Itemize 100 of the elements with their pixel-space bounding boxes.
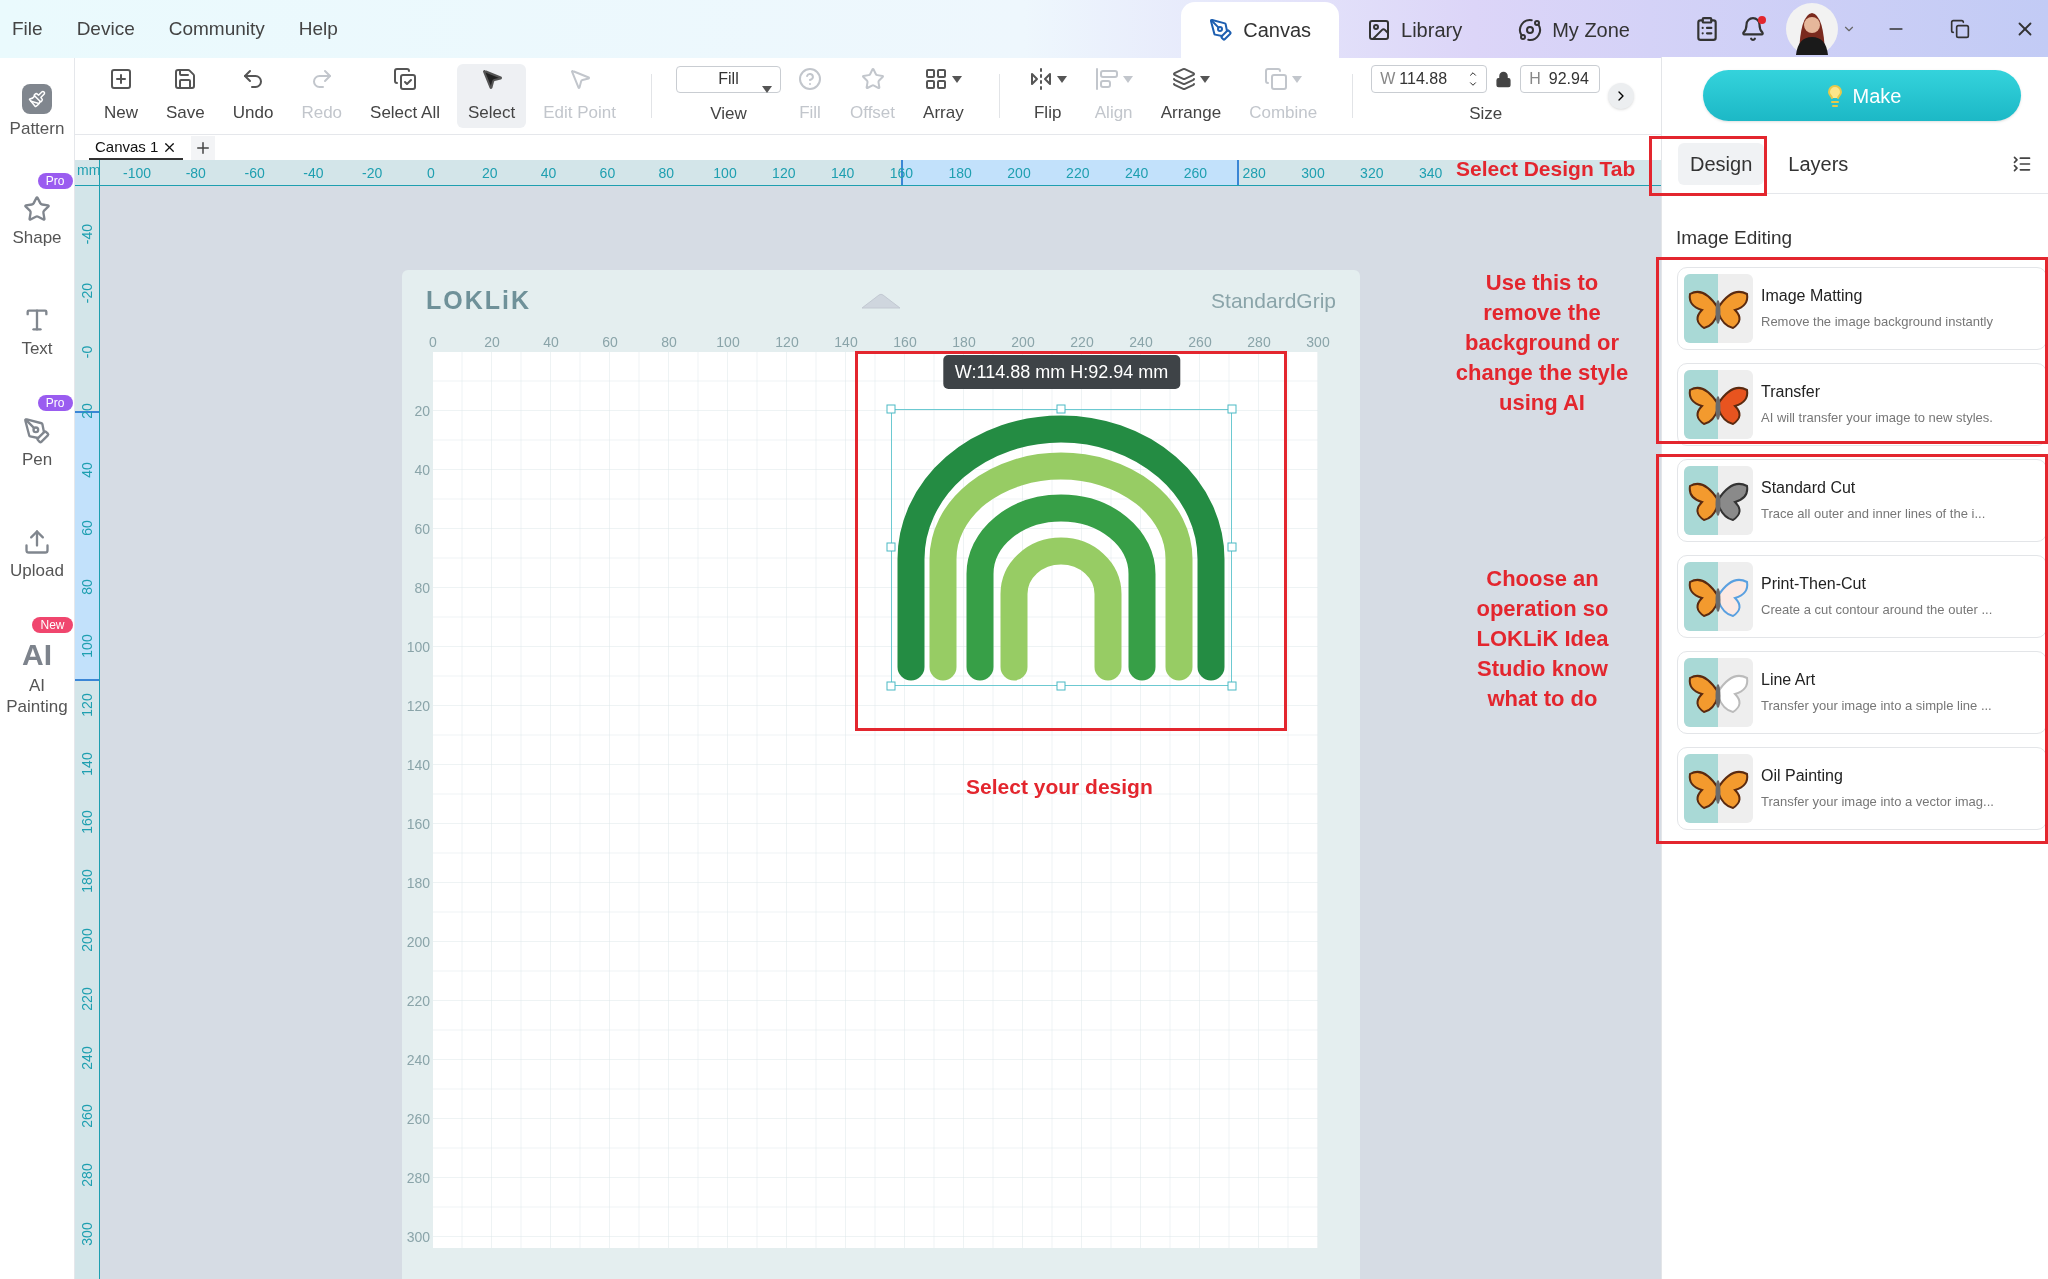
mat-scale-label: 300 xyxy=(1305,333,1331,352)
view-label: View xyxy=(710,102,747,125)
mat-scale-label: 280 xyxy=(1246,333,1272,352)
mat-scale-label: 80 xyxy=(413,579,430,597)
tool-card[interactable]: Line Art Transfer your image into a simple line ... xyxy=(1677,650,2047,734)
sidebar-item[interactable]: Text xyxy=(0,302,75,392)
ruler-label: 180 xyxy=(78,868,96,895)
menu-item[interactable]: Help xyxy=(298,14,338,44)
width-field[interactable]: W 114.88 xyxy=(1371,65,1488,94)
ruler-label: 140 xyxy=(829,164,856,183)
tool-title: Print-Then-Cut xyxy=(1761,574,1867,595)
bell-icon[interactable] xyxy=(1740,16,1766,42)
selected-rainbow-drawing[interactable] xyxy=(886,404,1237,691)
layers-icon xyxy=(1171,67,1196,92)
ruler-label: -60 xyxy=(243,164,266,183)
tool-card[interactable]: Standard Cut Trace all outer and inner lines of the i... xyxy=(1677,458,2047,542)
mat-scale-label: 120 xyxy=(405,697,430,715)
ruler-label: -80 xyxy=(184,164,207,183)
ruler-label: 60 xyxy=(78,519,96,539)
tool-title: Image Matting xyxy=(1761,286,1864,307)
ruler-label: -0 xyxy=(78,344,96,361)
toolbar-button[interactable]: Undo xyxy=(221,64,285,128)
add-tab-button[interactable] xyxy=(191,136,216,160)
mat-type: StandardGrip xyxy=(1211,288,1336,315)
mat-scale-label: 180 xyxy=(405,874,430,892)
mat-scale-label: 240 xyxy=(1128,333,1154,352)
ruler-unit: mm xyxy=(75,160,100,185)
sidebar-item[interactable]: Shape xyxy=(0,191,75,281)
top-tab[interactable]: Canvas xyxy=(1181,2,1340,58)
panel-tab[interactable]: Layers xyxy=(1776,142,1861,185)
ruler-label: 240 xyxy=(1123,164,1150,183)
sidebar-item[interactable]: Upload xyxy=(0,524,75,614)
sidebar-item[interactable]: Pen xyxy=(0,413,75,503)
tool-description: Trace all outer and inner lines of the i... xyxy=(1761,505,1986,524)
caret-icon xyxy=(1292,75,1303,83)
avatar[interactable] xyxy=(1786,3,1838,55)
mat-scale-label: 180 xyxy=(951,333,977,352)
mat-scale-label: 40 xyxy=(413,461,430,479)
toolbar-button[interactable]: Select xyxy=(457,64,527,128)
caret-icon xyxy=(952,75,963,83)
ruler-label: 260 xyxy=(1182,164,1209,183)
toolbar-button[interactable]: Select All xyxy=(359,64,451,128)
clipboard-icon[interactable] xyxy=(1694,16,1720,42)
tool-card[interactable]: Print-Then-Cut Create a cut contour around the outer ... xyxy=(1677,554,2047,638)
toolbar-button[interactable]: Array xyxy=(912,64,975,128)
align-icon xyxy=(1094,67,1119,92)
lock-icon[interactable] xyxy=(1495,70,1513,88)
tool-card[interactable]: Oil Painting Transfer your image into a vector imag... xyxy=(1677,746,2047,830)
ruler-label: 100 xyxy=(712,164,738,183)
ruler-label: 300 xyxy=(78,1221,96,1248)
ruler-label: 80 xyxy=(657,164,675,183)
ruler-label: 0 xyxy=(426,164,436,183)
badge: Pro xyxy=(37,173,73,189)
tool-card[interactable]: Transfer AI will transfer your image to new styles. xyxy=(1677,362,2047,446)
star-icon xyxy=(860,67,885,92)
tool-description: Remove the image background instantly xyxy=(1761,313,1993,332)
mat-scale-label: 260 xyxy=(405,1110,430,1128)
mat-scale-label: 0 xyxy=(428,333,438,352)
mat-scale-label: 120 xyxy=(774,333,800,352)
toolbar-button[interactable]: Arrange xyxy=(1149,64,1233,128)
menu-item[interactable]: File xyxy=(12,14,43,44)
mat-scale-label: 200 xyxy=(1010,333,1036,352)
sidebar-item[interactable]: Pattern xyxy=(0,80,75,170)
mat-scale-label: 80 xyxy=(660,333,678,352)
height-field[interactable]: H 92.94 xyxy=(1520,65,1601,94)
sidebar-item[interactable]: AI AI Painting xyxy=(0,635,75,725)
upload-icon xyxy=(23,528,51,556)
annotation-text: Use this to remove the background or change the style using AI xyxy=(1454,269,1630,417)
ruler-label: -20 xyxy=(78,282,96,306)
tool-description: Create a cut contour around the outer ... xyxy=(1761,601,1993,620)
toolbar-button[interactable]: Save xyxy=(155,64,216,128)
tool-title: Standard Cut xyxy=(1761,478,1857,499)
collapse-panel-icon[interactable] xyxy=(2012,153,2032,174)
mat-scale-label: 220 xyxy=(405,992,430,1010)
ruler-label: 20 xyxy=(481,164,499,183)
caret-icon xyxy=(762,85,772,93)
ruler-label: 20 xyxy=(78,402,96,421)
caret-icon xyxy=(1122,75,1133,83)
scroll-right-button[interactable] xyxy=(1608,83,1635,109)
top-tab[interactable]: My Zone xyxy=(1490,2,1658,58)
paintbrush-icon xyxy=(22,84,52,114)
annotation-text: Choose an operation so LOKLiK Idea Studio know what to do xyxy=(1475,565,1610,713)
toolbar-button[interactable]: Flip xyxy=(1017,64,1078,128)
badge: Pro xyxy=(37,395,73,411)
ruler-label: 180 xyxy=(947,164,973,183)
tool-card[interactable]: Image Matting Remove the image background instantly xyxy=(1677,266,2047,350)
menu-item[interactable]: Community xyxy=(168,14,265,44)
top-tab[interactable]: Library xyxy=(1339,2,1491,58)
toolbar-button[interactable]: New xyxy=(93,64,149,128)
tool-title: Transfer xyxy=(1761,382,1821,403)
view-dropdown[interactable]: Fill xyxy=(676,65,781,93)
panel-tab[interactable]: Design xyxy=(1678,142,1765,185)
mat-brand: LOKLiK xyxy=(426,285,533,317)
restore-icon[interactable] xyxy=(1950,19,1970,39)
ruler-label: 200 xyxy=(1006,164,1032,183)
menu-item[interactable]: Device xyxy=(76,14,135,44)
pen-icon xyxy=(1209,18,1234,42)
flip-icon xyxy=(1028,67,1053,92)
save-icon xyxy=(173,67,198,92)
image-icon xyxy=(1367,18,1392,42)
